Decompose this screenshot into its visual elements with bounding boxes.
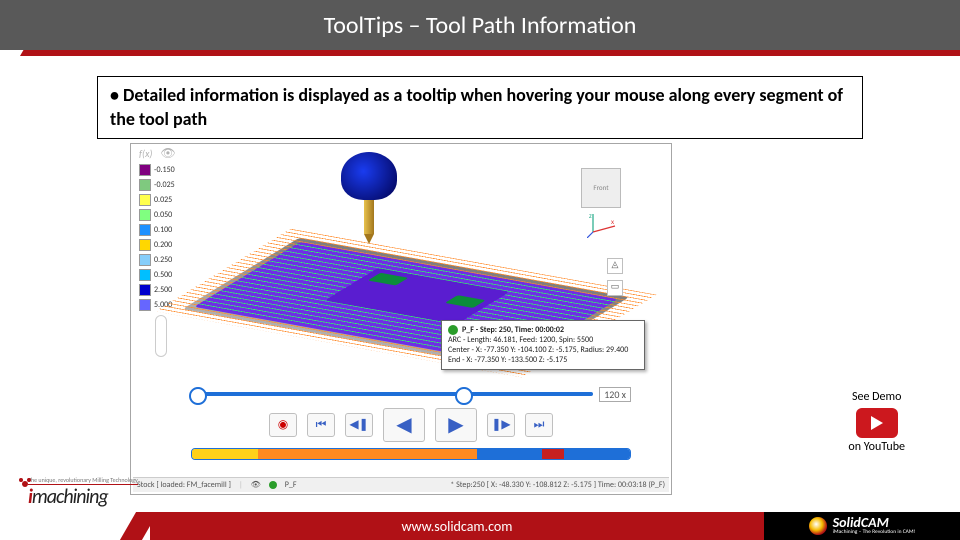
legend-row: 2.500 xyxy=(139,284,181,296)
status-eye-icon[interactable]: 👁 xyxy=(251,480,261,490)
legend-row: -0.150 xyxy=(139,164,181,176)
page-title: ToolTips – Tool Path Information xyxy=(324,11,637,40)
legend-row: 0.050 xyxy=(139,209,181,221)
legend-row: -0.025 xyxy=(139,179,181,191)
legend-row: 0.200 xyxy=(139,239,181,251)
svg-text:x: x xyxy=(611,217,614,226)
imachining-tagline: The unique, revolutionary Milling Techno… xyxy=(28,477,138,485)
step-forward-button[interactable]: ❚▶ xyxy=(487,413,515,437)
footer: www.solidcam.com SolidCAM iMachining – T… xyxy=(0,512,960,540)
axis-icon: x z xyxy=(587,212,617,238)
viewport-tool-icon[interactable]: ▭ xyxy=(607,280,623,296)
demo-bottom-label: on YouTube xyxy=(848,440,905,456)
rewind-start-button[interactable]: ⏮ xyxy=(307,413,335,437)
svg-text:z: z xyxy=(589,212,592,220)
status-op: P_F xyxy=(285,480,297,490)
play-button[interactable]: ▶ xyxy=(435,408,477,442)
cutting-tool xyxy=(341,152,397,242)
brand-tagline: iMachining – The Revolution in CAM! xyxy=(833,530,916,536)
tooltip-line: ARC - Length: 46.181, Feed: 1200, Spin: … xyxy=(448,335,638,345)
simulator-window: f(x) 👁 -0.150 -0.025 0.025 0.050 0.100 0… xyxy=(130,143,672,495)
sim-top-icons: f(x) 👁 xyxy=(139,146,176,161)
legend-row: 0.100 xyxy=(139,224,181,236)
speed-value: 120 x xyxy=(599,387,631,402)
playback-controls: 120 x ◉ ⏮ ◀❚ ◀ ▶ ❚▶ ⏭ xyxy=(191,387,631,460)
title-bar: ToolTips – Tool Path Information xyxy=(0,0,960,50)
solidcam-icon xyxy=(809,517,827,535)
color-legend: -0.150 -0.025 0.025 0.050 0.100 0.200 0.… xyxy=(139,164,181,357)
tooltip-line: End - X: -77.350 Y: -133.500 Z: -5.175 xyxy=(448,355,638,365)
view-cube[interactable]: Front xyxy=(581,168,621,208)
footer-url[interactable]: www.solidcam.com xyxy=(401,518,512,535)
youtube-icon[interactable] xyxy=(856,408,898,438)
visibility-icon[interactable]: 👁 xyxy=(160,146,175,161)
play-back-button[interactable]: ◀ xyxy=(383,408,425,442)
status-step: * Step:250 [ X: -48.330 Y: -108.812 Z: -… xyxy=(450,480,665,490)
step-back-button[interactable]: ◀❚ xyxy=(345,413,373,437)
viewport-tools: ◬ ▭ xyxy=(607,258,623,296)
fx-label: f(x) xyxy=(139,147,152,160)
status-stock: Stock [ loaded: FM_facemill ] xyxy=(137,480,231,490)
solidcam-logo: SolidCAM iMachining – The Revolution in … xyxy=(764,512,960,540)
operation-icon xyxy=(448,325,458,335)
brand-name: SolidCAM xyxy=(833,516,916,531)
demo-link[interactable]: See Demo on YouTube xyxy=(848,390,905,455)
legend-row: 0.500 xyxy=(139,269,181,281)
demo-top-label: See Demo xyxy=(848,390,905,406)
toolpath-tooltip: P_F - Step: 250, Time: 00:00:02 ARC - Le… xyxy=(441,320,645,370)
viewport-tool-icon[interactable]: ◬ xyxy=(607,258,623,274)
forward-end-button[interactable]: ⏭ xyxy=(525,413,553,437)
legend-row: 0.025 xyxy=(139,194,181,206)
status-bar: Stock [ loaded: FM_facemill ] | 👁 P_F * … xyxy=(133,477,669,492)
bullet-text: Detailed information is displayed as a t… xyxy=(110,83,850,132)
bullet-box: Detailed information is displayed as a t… xyxy=(97,76,863,139)
tooltip-line: Center - X: -77.350 Y: -104.100 Z: -5.17… xyxy=(448,345,638,355)
content-area: Detailed information is displayed as a t… xyxy=(0,56,960,495)
legend-row: 0.250 xyxy=(139,254,181,266)
imachining-logo: The unique, revolutionary Milling Techno… xyxy=(28,477,138,507)
status-op-icon xyxy=(269,481,277,489)
record-button[interactable]: ◉ xyxy=(269,413,297,437)
timeline[interactable] xyxy=(191,448,631,460)
speed-slider[interactable]: 120 x xyxy=(191,387,631,402)
legend-gradient xyxy=(155,315,167,357)
